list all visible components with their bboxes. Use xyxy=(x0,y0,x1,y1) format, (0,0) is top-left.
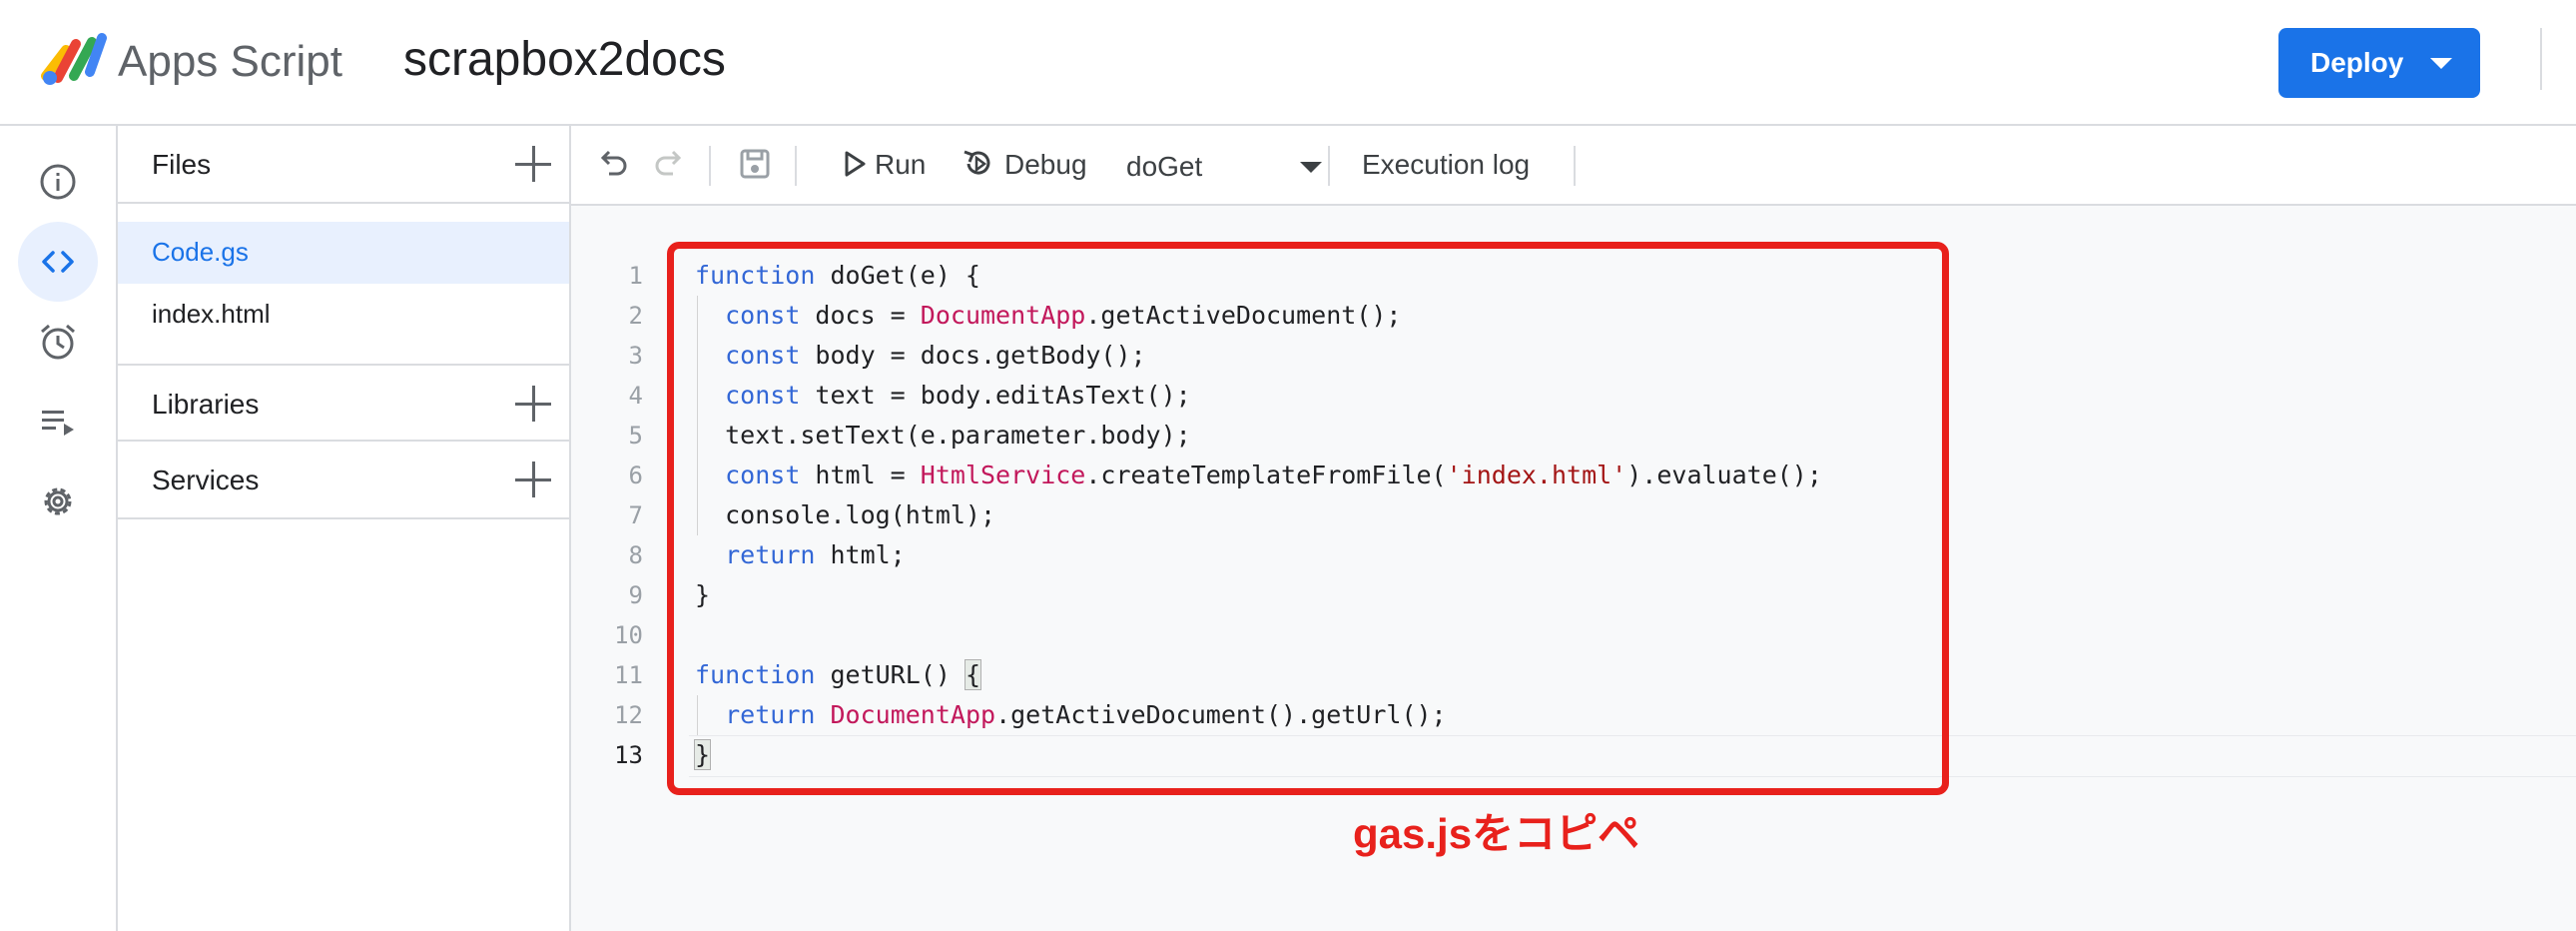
annotation-text: gas.jsをコピペ xyxy=(1353,810,1640,857)
deploy-button-label: Deploy xyxy=(2310,47,2404,78)
rail-triggers[interactable] xyxy=(18,302,98,382)
toolbar-separator xyxy=(1574,146,1576,186)
toolbar-separator xyxy=(1328,146,1330,186)
line-number: 5 xyxy=(628,422,643,450)
line-number: 12 xyxy=(614,701,643,729)
code-icon xyxy=(42,251,74,273)
executions-list-icon xyxy=(42,411,74,436)
files-header: Files xyxy=(118,126,569,204)
services-title: Services xyxy=(152,465,260,495)
line-number-current: 13 xyxy=(614,741,643,769)
execution-log-button[interactable]: Execution log xyxy=(1362,148,1530,182)
line-number: 6 xyxy=(628,462,643,489)
run-button[interactable]: Run xyxy=(875,148,926,182)
project-title[interactable]: scrapbox2docs xyxy=(403,32,726,88)
header-divider xyxy=(2540,28,2542,90)
files-panel: Files Code.gs index.html Libraries Servi… xyxy=(118,126,571,931)
add-file-plus-icon[interactable] xyxy=(515,146,551,182)
debug-button[interactable]: Debug xyxy=(1004,148,1087,182)
rail-editor[interactable] xyxy=(18,222,98,302)
rail-settings[interactable] xyxy=(18,462,98,541)
file-item-code-gs[interactable]: Code.gs xyxy=(118,222,569,284)
line-number: 2 xyxy=(628,302,643,330)
play-icon[interactable] xyxy=(837,146,873,182)
function-select-value: doGet xyxy=(1126,151,1203,182)
chevron-down-icon xyxy=(1300,162,1322,173)
deploy-button[interactable]: Deploy xyxy=(2278,28,2480,98)
editor-toolbar: Run Debug doGet Execution log xyxy=(571,126,2576,206)
app-name: Apps Script xyxy=(118,37,342,86)
line-number: 3 xyxy=(628,342,643,370)
line-number: 1 xyxy=(628,262,643,290)
chevron-down-icon[interactable] xyxy=(2430,58,2452,69)
line-number-gutter: 1 2 3 4 5 6 7 8 9 10 11 12 13 xyxy=(571,256,643,775)
alarm-clock-icon xyxy=(41,324,75,360)
file-name: Code.gs xyxy=(152,237,249,267)
file-item-index-html[interactable]: index.html xyxy=(118,284,569,346)
redo-icon[interactable] xyxy=(651,146,687,182)
libraries-title: Libraries xyxy=(152,389,260,420)
toolbar-separator xyxy=(795,146,797,186)
libraries-header: Libraries xyxy=(118,364,569,442)
file-name: index.html xyxy=(152,299,271,329)
line-number: 11 xyxy=(614,661,643,689)
info-icon xyxy=(40,164,76,200)
line-number: 7 xyxy=(628,501,643,529)
services-header: Services xyxy=(118,442,569,519)
app-header: Apps Script scrapbox2docs Deploy xyxy=(0,0,2576,126)
line-number: 4 xyxy=(628,382,643,410)
add-service-plus-icon[interactable] xyxy=(515,462,551,497)
apps-script-logo[interactable] xyxy=(40,32,108,88)
navigation-rail xyxy=(0,126,118,931)
toolbar-separator xyxy=(709,146,711,186)
gear-icon xyxy=(44,487,72,515)
line-number: 8 xyxy=(628,541,643,569)
annotation-highlight-box xyxy=(667,242,1949,795)
debug-icon[interactable] xyxy=(961,146,996,182)
rail-overview[interactable] xyxy=(18,142,98,222)
files-title: Files xyxy=(152,149,212,180)
function-select[interactable]: doGet xyxy=(1126,134,1322,196)
add-library-plus-icon[interactable] xyxy=(515,386,551,422)
line-number: 9 xyxy=(628,581,643,609)
rail-executions[interactable] xyxy=(18,382,98,462)
save-icon[interactable] xyxy=(737,146,773,182)
undo-icon[interactable] xyxy=(595,146,631,182)
line-number: 10 xyxy=(614,621,643,649)
